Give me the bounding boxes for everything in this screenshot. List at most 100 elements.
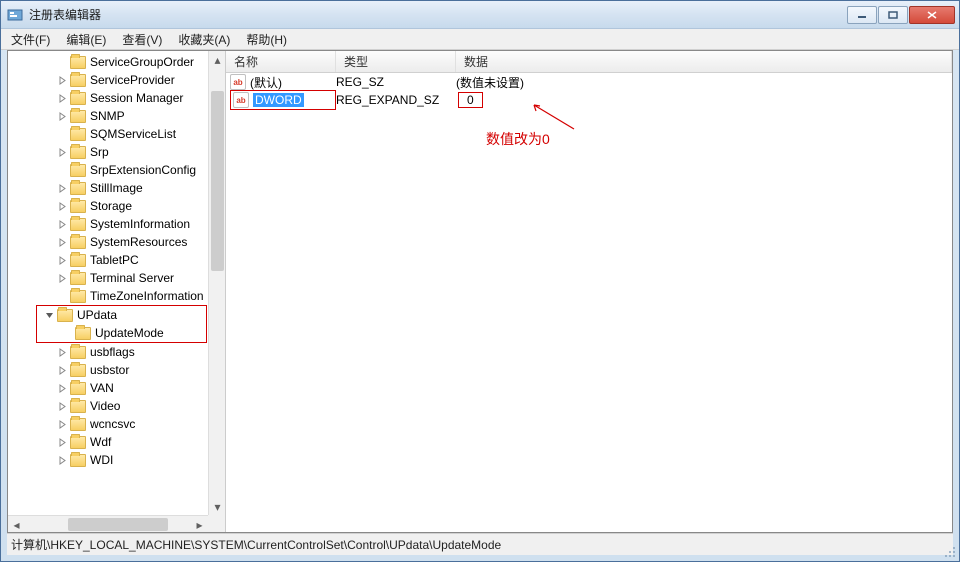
- tree-item[interactable]: StillImage: [8, 179, 225, 197]
- expand-icon[interactable]: [56, 436, 68, 448]
- tree-item[interactable]: Video: [8, 397, 225, 415]
- folder-icon: [70, 218, 86, 231]
- status-path: 计算机\HKEY_LOCAL_MACHINE\SYSTEM\CurrentCon…: [11, 536, 501, 553]
- folder-icon: [70, 272, 86, 285]
- expand-icon[interactable]: [56, 418, 68, 430]
- list-header: 名称 类型 数据: [226, 51, 952, 73]
- expand-icon[interactable]: [56, 364, 68, 376]
- menu-favorites[interactable]: 收藏夹(A): [170, 29, 238, 50]
- expand-icon[interactable]: [56, 92, 68, 104]
- menu-bar: 文件(F) 编辑(E) 查看(V) 收藏夹(A) 帮助(H): [1, 29, 959, 50]
- folder-icon: [75, 327, 91, 340]
- expand-icon[interactable]: [56, 218, 68, 230]
- tree-item[interactable]: SrpExtensionConfig: [8, 161, 225, 179]
- tree-item[interactable]: Session Manager: [8, 89, 225, 107]
- scroll-down-icon[interactable]: ▾: [209, 498, 226, 515]
- window-title: 注册表编辑器: [29, 6, 847, 23]
- expand-icon[interactable]: [56, 454, 68, 466]
- value-name: (默认): [250, 74, 282, 91]
- menu-help[interactable]: 帮助(H): [238, 29, 295, 50]
- status-bar: 计算机\HKEY_LOCAL_MACHINE\SYSTEM\CurrentCon…: [7, 533, 953, 555]
- title-bar[interactable]: 注册表编辑器: [1, 1, 959, 29]
- tree-item[interactable]: SystemInformation: [8, 215, 225, 233]
- folder-icon: [70, 436, 86, 449]
- tree-item[interactable]: SNMP: [8, 107, 225, 125]
- tree-item[interactable]: Wdf: [8, 433, 225, 451]
- expand-icon[interactable]: [56, 146, 68, 158]
- folder-icon: [70, 164, 86, 177]
- column-type[interactable]: 类型: [336, 51, 456, 72]
- tree-item-updatemode[interactable]: UpdateMode: [37, 324, 206, 342]
- expand-icon[interactable]: [56, 254, 68, 266]
- maximize-button[interactable]: [878, 6, 908, 24]
- scroll-up-icon[interactable]: ▴: [209, 51, 226, 68]
- resize-grip-icon[interactable]: [943, 545, 957, 559]
- tree-item[interactable]: ServiceProvider: [8, 71, 225, 89]
- folder-icon: [70, 92, 86, 105]
- value-data: (数值未设置): [456, 74, 952, 91]
- tree-item[interactable]: usbflags: [8, 343, 225, 361]
- tree-item[interactable]: Storage: [8, 197, 225, 215]
- collapse-icon[interactable]: [43, 309, 55, 321]
- expand-icon[interactable]: [56, 272, 68, 284]
- folder-icon: [70, 418, 86, 431]
- expand-icon[interactable]: [56, 74, 68, 86]
- tree-item[interactable]: VAN: [8, 379, 225, 397]
- tree-item[interactable]: wcncsvc: [8, 415, 225, 433]
- folder-icon: [70, 382, 86, 395]
- menu-file[interactable]: 文件(F): [3, 29, 58, 50]
- tree-item[interactable]: Terminal Server: [8, 269, 225, 287]
- folder-icon: [70, 254, 86, 267]
- expand-icon[interactable]: [56, 182, 68, 194]
- expand-icon[interactable]: [56, 200, 68, 212]
- value-type: REG_SZ: [336, 75, 456, 89]
- value-data-highlighted: 0: [458, 92, 483, 108]
- app-icon: [7, 7, 23, 23]
- folder-icon: [70, 346, 86, 359]
- list-row-selected[interactable]: ab DWORD REG_EXPAND_SZ 0: [226, 91, 952, 109]
- tree-item-updata[interactable]: UPdata: [37, 306, 206, 324]
- list-panel: 名称 类型 数据 ab (默认) REG_SZ (数值未设置) ab DWORD: [226, 51, 952, 532]
- value-type: REG_EXPAND_SZ: [336, 93, 456, 107]
- minimize-button[interactable]: [847, 6, 877, 24]
- tree-vertical-scrollbar[interactable]: ▴ ▾: [208, 51, 225, 515]
- folder-icon: [70, 146, 86, 159]
- tree-item[interactable]: Srp: [8, 143, 225, 161]
- tree-item[interactable]: TabletPC: [8, 251, 225, 269]
- folder-icon: [57, 309, 73, 322]
- tree-item[interactable]: ServiceGroupOrder: [8, 53, 225, 71]
- scroll-left-icon[interactable]: ◂: [8, 516, 25, 532]
- tree-item[interactable]: SQMServiceList: [8, 125, 225, 143]
- column-name[interactable]: 名称: [226, 51, 336, 72]
- expand-icon[interactable]: [56, 382, 68, 394]
- folder-icon: [70, 56, 86, 69]
- folder-icon: [70, 290, 86, 303]
- list-row[interactable]: ab (默认) REG_SZ (数值未设置): [226, 73, 952, 91]
- folder-icon: [70, 364, 86, 377]
- reg-string-icon: ab: [233, 92, 249, 108]
- tree-item[interactable]: WDI: [8, 451, 225, 469]
- folder-icon: [70, 400, 86, 413]
- expand-icon[interactable]: [56, 346, 68, 358]
- window-frame: 注册表编辑器 文件(F) 编辑(E) 查看(V) 收藏夹(A) 帮助(H) Se…: [0, 0, 960, 562]
- close-button[interactable]: [909, 6, 955, 24]
- tree-horizontal-scrollbar[interactable]: ◂ ▸: [8, 515, 208, 532]
- expand-icon[interactable]: [56, 236, 68, 248]
- annotation-arrow-icon: [526, 101, 576, 131]
- tree-item[interactable]: SystemResources: [8, 233, 225, 251]
- client-area: ServiceGroupOrder ServiceProvider Sessio…: [7, 50, 953, 533]
- scroll-right-icon[interactable]: ▸: [191, 516, 208, 532]
- folder-icon: [70, 74, 86, 87]
- tree-panel: ServiceGroupOrder ServiceProvider Sessio…: [8, 51, 226, 532]
- menu-edit[interactable]: 编辑(E): [58, 29, 114, 50]
- scroll-corner: [208, 515, 225, 532]
- tree-item[interactable]: TimeZoneInformation: [8, 287, 225, 305]
- column-data[interactable]: 数据: [456, 51, 952, 72]
- expand-icon[interactable]: [56, 400, 68, 412]
- tree-item[interactable]: usbstor: [8, 361, 225, 379]
- reg-string-icon: ab: [230, 74, 246, 90]
- scroll-thumb[interactable]: [68, 518, 168, 531]
- menu-view[interactable]: 查看(V): [114, 29, 170, 50]
- scroll-thumb[interactable]: [211, 91, 224, 271]
- expand-icon[interactable]: [56, 110, 68, 122]
